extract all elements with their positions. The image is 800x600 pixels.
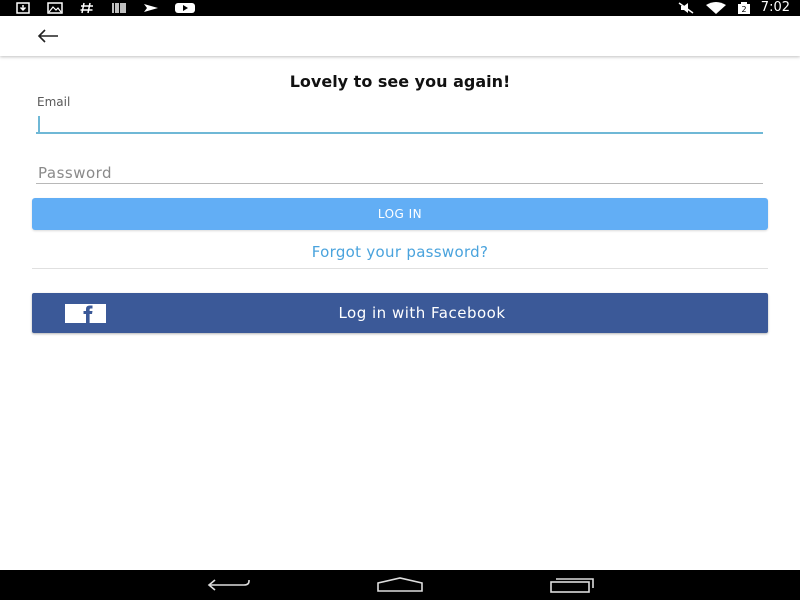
- hash-icon: [80, 2, 93, 14]
- nav-back-button[interactable]: [199, 573, 259, 597]
- page-title: Lovely to see you again!: [289, 72, 511, 91]
- image-icon: [47, 2, 63, 14]
- password-field[interactable]: [36, 162, 763, 184]
- send-icon: [144, 4, 158, 12]
- email-label: Email: [37, 95, 71, 109]
- navigation-bar: [0, 570, 800, 600]
- arrow-left-icon: [37, 29, 58, 43]
- barcode-icon: [112, 3, 126, 13]
- text-cursor: [38, 116, 40, 132]
- back-button[interactable]: [30, 22, 66, 50]
- status-right-icons: 2 7:02: [677, 0, 790, 16]
- status-bar: 2 7:02: [0, 0, 800, 16]
- recents-icon: [550, 578, 594, 593]
- status-left-icons: [14, 0, 196, 16]
- home-icon: [377, 577, 423, 592]
- nav-recents-button[interactable]: [542, 573, 602, 597]
- battery-level-text: 2: [741, 5, 746, 14]
- back-icon: [207, 579, 250, 591]
- youtube-icon: [175, 3, 195, 13]
- battery-icon: 2: [737, 2, 750, 14]
- divider: [32, 268, 768, 269]
- login-button[interactable]: LOG IN: [32, 198, 768, 230]
- status-time: 7:02: [760, 0, 790, 15]
- email-field[interactable]: [36, 112, 763, 134]
- mute-icon: [678, 2, 694, 14]
- facebook-login-label: Log in with Facebook: [338, 304, 506, 322]
- wifi-icon: [705, 2, 726, 14]
- forgot-password-link[interactable]: Forgot your password?: [0, 243, 800, 261]
- app-bar: [0, 16, 800, 56]
- download-icon: [16, 2, 30, 14]
- facebook-login-button[interactable]: Log in with Facebook: [32, 293, 768, 333]
- nav-home-button[interactable]: [370, 573, 430, 597]
